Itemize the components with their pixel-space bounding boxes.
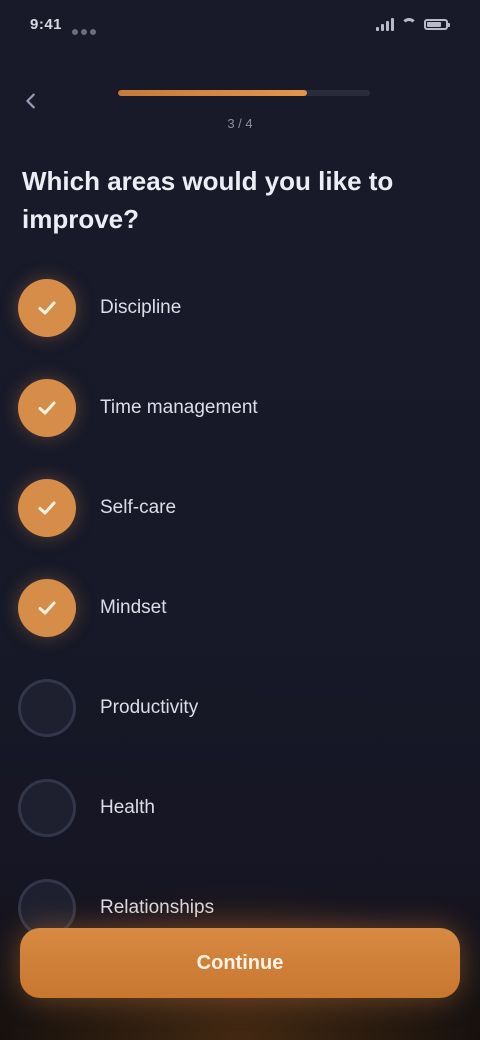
screen: 9:41 3 / 4 Which areas would you like to… [0,0,480,1040]
option-item[interactable]: Time management [0,358,480,458]
option-label: Health [100,797,155,818]
checkmark-icon[interactable] [18,479,76,537]
battery-icon [424,19,450,30]
option-item[interactable]: Mindset [0,558,480,658]
continue-button[interactable]: Continue [20,928,460,998]
option-item[interactable]: Self-care [0,458,480,558]
option-item[interactable]: Productivity [0,658,480,758]
options-list: Discipline Time management Self-care Mindse… [0,258,480,958]
option-label: Time management [100,397,258,418]
status-indicators [376,18,450,31]
checkmark-icon[interactable] [18,379,76,437]
progress-bar [118,90,370,96]
progress-label: 3 / 4 [227,116,253,131]
wifi-icon [401,18,417,31]
question-title: Which areas would you like to improve? [22,166,394,234]
status-dots-icon [72,22,106,35]
empty-circle-icon[interactable] [18,779,76,837]
status-time: 9:41 [30,16,63,33]
checkmark-icon[interactable] [18,579,76,637]
checkmark-icon[interactable] [18,279,76,337]
option-label: Discipline [100,297,182,318]
cellular-signal-icon [376,18,394,31]
option-label: Mindset [100,597,167,618]
option-label: Self-care [100,497,177,518]
status-bar: 9:41 [0,0,480,56]
app-header: 3 / 4 [0,70,480,140]
option-item[interactable]: Discipline [0,258,480,358]
back-button[interactable] [14,84,48,118]
option-label: Relationships [100,897,215,918]
chevron-left-icon [26,93,35,109]
progress-bar-fill [118,90,307,96]
option-item[interactable]: Health [0,758,480,858]
empty-circle-icon[interactable] [18,679,76,737]
option-label: Productivity [100,697,199,718]
